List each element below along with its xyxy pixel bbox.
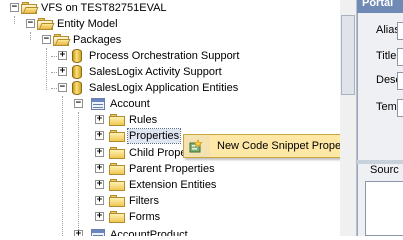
menu-item-label: New Code Snippet Property [217, 140, 354, 152]
tree-node-label: AccountProduct [110, 229, 188, 236]
entity-table-icon [90, 96, 106, 111]
code-snippet-icon [189, 139, 203, 153]
folder-open-icon [37, 18, 55, 30]
tree-vertical-scrollbar[interactable] [340, 0, 357, 236]
tree-node-label: Packages [73, 34, 122, 46]
tree-node-label: Forms [129, 211, 161, 223]
tree-node-label: Child Prope [129, 147, 187, 159]
tree-node-label: SalesLogix Application Entities [89, 82, 239, 94]
tree-node-label: VFS on TEST82751EVAL [41, 2, 167, 14]
tree-node-label: Rules [129, 114, 158, 126]
template-input[interactable] [397, 99, 403, 117]
tree-node-parent-properties[interactable]: + Parent Properties [0, 161, 340, 177]
tree-node-packages[interactable]: − Packages [0, 32, 340, 48]
title-input[interactable] [397, 48, 403, 66]
source-tree[interactable] [365, 181, 403, 236]
tree-node-vfs-root[interactable]: − VFS on TEST82751EVAL [0, 0, 340, 16]
tree-node-account-product[interactable]: + AccountProduct [0, 227, 340, 236]
portal-panel-title: Portal [362, 0, 394, 9]
folder-icon [109, 147, 125, 159]
expand-icon[interactable]: + [95, 212, 104, 221]
tree-node-label: Account [110, 98, 150, 110]
field-label-title: Title: [376, 50, 400, 62]
expand-icon[interactable]: + [58, 51, 67, 60]
tree-node-label-selected: Properties [126, 128, 182, 144]
tree-node-extension-entities[interactable]: + Extension Entities [0, 177, 340, 193]
expand-icon[interactable]: + [95, 164, 104, 173]
folder-open-icon [53, 34, 71, 46]
folder-icon [109, 195, 125, 207]
tree-node-entity-model[interactable]: − Entity Model [0, 16, 340, 32]
description-input[interactable] [397, 72, 403, 90]
expand-icon[interactable]: + [58, 67, 67, 76]
folder-icon [109, 114, 125, 126]
collapse-icon[interactable]: − [10, 3, 19, 12]
tree-node-label: Process Orchestration Support [89, 50, 240, 62]
expand-icon[interactable]: + [95, 131, 104, 140]
tree-node-process-orchestration[interactable]: + Process Orchestration Support [0, 48, 340, 64]
package-cylinder-icon [69, 48, 85, 63]
collapse-icon[interactable]: − [58, 83, 67, 92]
tree-node-application-entities[interactable]: − SalesLogix Application Entities [0, 80, 340, 96]
tree-node-label: Parent Properties [129, 163, 215, 175]
folder-icon [109, 163, 125, 175]
source-label: Sourc [370, 164, 399, 176]
expand-icon[interactable]: + [95, 196, 104, 205]
right-properties-panel: Portal Alias: Title: Desc Temp Sourc [340, 0, 403, 236]
portal-panel-header: Portal [357, 0, 403, 13]
expand-icon[interactable]: + [95, 115, 104, 124]
entity-model-tree[interactable]: − VFS on TEST82751EVAL − Entity Model − … [0, 0, 340, 236]
tree-node-account[interactable]: − Account [0, 96, 340, 112]
tree-node-activity-support[interactable]: + SalesLogix Activity Support [0, 64, 340, 80]
tree-node-forms[interactable]: + Forms [0, 209, 340, 225]
collapse-icon[interactable]: − [42, 35, 51, 44]
expand-icon[interactable]: + [95, 148, 104, 157]
folder-icon [109, 179, 125, 191]
expand-icon[interactable]: + [95, 180, 104, 189]
entity-table-icon [90, 227, 106, 236]
alias-input[interactable] [397, 22, 403, 40]
tree-node-label: Extension Entities [129, 179, 217, 191]
folder-icon [109, 211, 125, 223]
folder-icon [109, 130, 125, 142]
package-cylinder-icon [69, 64, 85, 79]
collapse-icon[interactable]: − [74, 99, 83, 108]
tree-node-filters[interactable]: + Filters [0, 193, 340, 209]
tree-node-rules[interactable]: + Rules [0, 112, 340, 128]
folder-open-icon [21, 2, 39, 14]
collapse-icon[interactable]: − [26, 19, 35, 28]
tree-node-label: Entity Model [57, 18, 118, 30]
tree-node-label: Filters [129, 195, 159, 207]
tree-node-label: SalesLogix Activity Support [89, 66, 222, 78]
expand-icon[interactable]: + [74, 230, 83, 236]
scrollbar-thumb[interactable] [341, 15, 355, 95]
package-cylinder-icon [69, 80, 85, 95]
